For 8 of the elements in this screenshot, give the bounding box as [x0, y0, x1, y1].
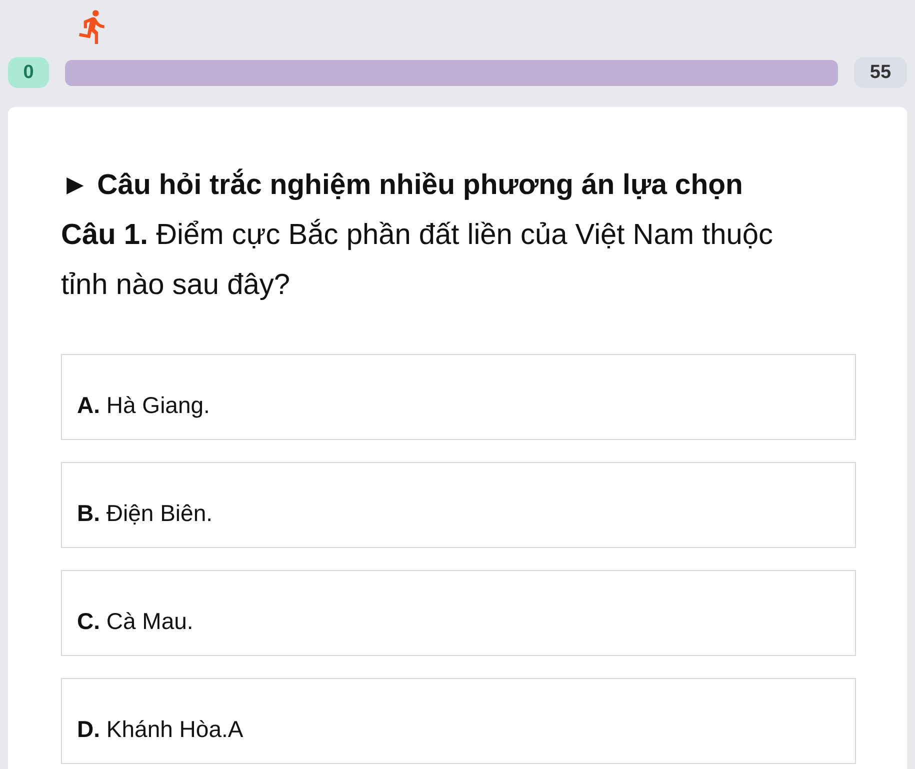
- answer-option[interactable]: B. Điện Biên.: [61, 462, 856, 548]
- question-text: Câu 1. Điểm cực Bắc phần đất liền của Việt Nam thuộc tỉnh nào sau đây?: [61, 218, 774, 303]
- answer-option[interactable]: D. Khánh Hòa.A: [61, 678, 856, 764]
- answer-option[interactable]: A. Hà Giang.: [61, 354, 856, 440]
- section-title: ► Câu hỏi trắc nghiệm nhiều phương án lựa chọn: [61, 168, 744, 203]
- answer-option[interactable]: C. Cà Mau.: [61, 570, 856, 656]
- start-count-badge: 0: [8, 57, 49, 88]
- total-count-badge: 55: [854, 57, 907, 88]
